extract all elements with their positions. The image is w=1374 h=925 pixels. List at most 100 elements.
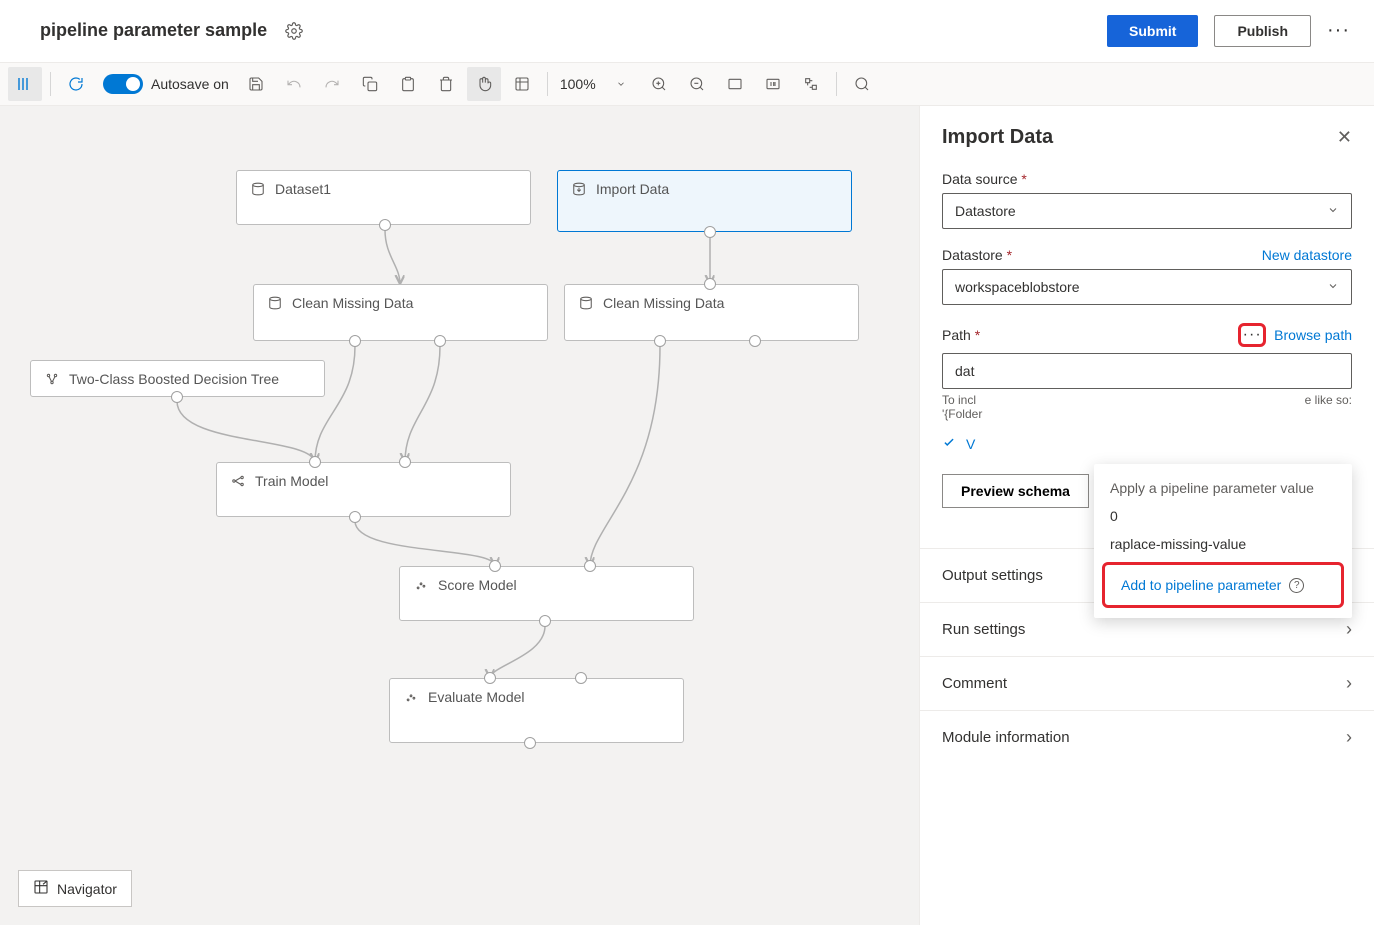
port[interactable]	[539, 615, 551, 627]
save-icon[interactable]	[239, 67, 273, 101]
node-evaluate-model[interactable]: Evaluate Model	[389, 678, 684, 743]
node-label: Train Model	[255, 473, 328, 489]
canvas[interactable]: Dataset1 Import Data Clean Missing Data …	[0, 106, 919, 925]
autosave-toggle-wrap: Autosave on	[103, 74, 229, 94]
port[interactable]	[749, 335, 761, 347]
check-icon	[942, 435, 956, 452]
datastore-label-row: Datastore * New datastore	[942, 247, 1352, 263]
path-label: Path *	[942, 327, 1230, 343]
info-icon: ?	[1289, 578, 1304, 593]
node-label: Two-Class Boosted Decision Tree	[69, 371, 279, 387]
port[interactable]	[349, 511, 361, 523]
paste-icon[interactable]	[391, 67, 425, 101]
path-input[interactable]: dat	[942, 353, 1352, 389]
fit-screen-icon[interactable]	[718, 67, 752, 101]
actual-size-icon[interactable]	[756, 67, 790, 101]
node-import-data[interactable]: Import Data	[557, 170, 852, 232]
zoom-label: 100%	[560, 76, 596, 92]
port[interactable]	[484, 672, 496, 684]
chevron-down-icon	[1327, 279, 1339, 295]
popover-header: Apply a pipeline parameter value	[1094, 474, 1352, 502]
port[interactable]	[584, 560, 596, 572]
port[interactable]	[704, 226, 716, 238]
toolbar: Autosave on 100%	[0, 62, 1374, 106]
select-icon[interactable]	[505, 67, 539, 101]
zoom-in-icon[interactable]	[642, 67, 676, 101]
score-icon	[414, 578, 428, 595]
path-value: dat	[955, 363, 974, 379]
close-icon[interactable]: ✕	[1337, 127, 1352, 148]
node-clean-missing-2[interactable]: Clean Missing Data	[564, 284, 859, 341]
pan-icon[interactable]	[467, 67, 501, 101]
chevron-down-icon	[1327, 203, 1339, 219]
module-information-section[interactable]: Module information ›	[920, 710, 1374, 764]
chevron-right-icon: ›	[1346, 619, 1352, 640]
preview-schema-button[interactable]: Preview schema	[942, 474, 1089, 508]
header-bar: pipeline parameter sample Submit Publish…	[0, 0, 1374, 62]
node-dataset1[interactable]: Dataset1	[236, 170, 531, 225]
data-source-select[interactable]: Datastore	[942, 193, 1352, 229]
autosave-label: Autosave on	[151, 76, 229, 92]
zoom-dropdown-icon[interactable]	[604, 67, 638, 101]
clean-icon	[579, 296, 593, 313]
add-link-label: Add to pipeline parameter	[1121, 577, 1281, 593]
popover-option-replace[interactable]: raplace-missing-value	[1094, 530, 1352, 558]
comment-section[interactable]: Comment ›	[920, 656, 1374, 710]
port[interactable]	[379, 219, 391, 231]
port[interactable]	[524, 737, 536, 749]
autosave-toggle[interactable]	[103, 74, 143, 94]
data-source-field: Data source * Datastore	[942, 171, 1352, 229]
node-label: Dataset1	[275, 181, 331, 197]
new-datastore-link[interactable]: New datastore	[1262, 247, 1352, 263]
browse-path-link[interactable]: Browse path	[1274, 327, 1352, 343]
section-label: Module information	[942, 729, 1070, 746]
node-label: Clean Missing Data	[292, 295, 413, 311]
validated-text: V	[966, 436, 975, 452]
section-label: Comment	[942, 675, 1007, 692]
delete-icon[interactable]	[429, 67, 463, 101]
clean-icon	[268, 296, 282, 313]
sidebar-toggle-icon[interactable]	[8, 67, 42, 101]
zoom-out-icon[interactable]	[680, 67, 714, 101]
navigator-button[interactable]: Navigator	[18, 870, 132, 907]
separator	[547, 72, 548, 96]
redo-icon[interactable]	[315, 67, 349, 101]
add-to-pipeline-parameter-link[interactable]: Add to pipeline parameter ?	[1105, 565, 1341, 605]
port[interactable]	[704, 278, 716, 290]
copy-icon[interactable]	[353, 67, 387, 101]
search-icon[interactable]	[845, 67, 879, 101]
validated-row: V	[942, 435, 1352, 452]
port[interactable]	[171, 391, 183, 403]
undo-icon[interactable]	[277, 67, 311, 101]
port[interactable]	[434, 335, 446, 347]
port[interactable]	[489, 560, 501, 572]
port[interactable]	[309, 456, 321, 468]
refresh-icon[interactable]	[59, 67, 93, 101]
port[interactable]	[575, 672, 587, 684]
node-clean-missing-1[interactable]: Clean Missing Data	[253, 284, 548, 341]
port[interactable]	[349, 335, 361, 347]
submit-button[interactable]: Submit	[1107, 15, 1198, 47]
dataset-icon	[251, 182, 265, 199]
separator	[836, 72, 837, 96]
panel-header: Import Data ✕	[920, 106, 1374, 171]
node-score-model[interactable]: Score Model	[399, 566, 694, 621]
panel-body: Data source * Datastore Datastore * New …	[920, 171, 1374, 508]
port[interactable]	[654, 335, 666, 347]
more-icon[interactable]: ···	[1327, 19, 1350, 42]
node-train-model[interactable]: Train Model	[216, 462, 511, 517]
add-to-pipeline-highlight: Add to pipeline parameter ?	[1102, 562, 1344, 608]
chevron-right-icon: ›	[1346, 727, 1352, 748]
gear-icon[interactable]	[285, 22, 303, 40]
tree-icon	[45, 372, 59, 389]
header-left: pipeline parameter sample	[40, 20, 303, 41]
popover-option-0[interactable]: 0	[1094, 502, 1352, 530]
node-label: Score Model	[438, 577, 517, 593]
path-label-row: Path * ··· Browse path	[942, 323, 1352, 347]
path-options-button[interactable]: ···	[1238, 323, 1266, 347]
publish-button[interactable]: Publish	[1214, 15, 1311, 47]
auto-layout-icon[interactable]	[794, 67, 828, 101]
datastore-select[interactable]: workspaceblobstore	[942, 269, 1352, 305]
port[interactable]	[399, 456, 411, 468]
datastore-value: workspaceblobstore	[955, 279, 1080, 295]
